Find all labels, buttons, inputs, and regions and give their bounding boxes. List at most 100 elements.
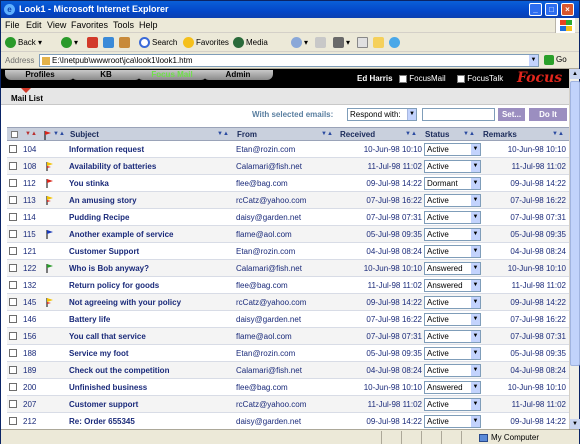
menu-favorites[interactable]: Favorites bbox=[71, 20, 108, 30]
row-subject-link[interactable]: Return policy for goods bbox=[69, 281, 159, 290]
history-button[interactable]: ▾ bbox=[291, 36, 308, 49]
row-checkbox[interactable] bbox=[9, 179, 17, 187]
row-subject-link[interactable]: Customer Support bbox=[69, 247, 139, 256]
sort-flag-arrows-icon[interactable]: ▼▲ bbox=[53, 131, 65, 137]
row-status-select[interactable]: Active ▼ bbox=[424, 296, 481, 309]
row-checkbox[interactable] bbox=[9, 298, 17, 306]
vertical-scrollbar[interactable]: ▲ ▼ bbox=[569, 69, 580, 429]
sort-status-arrows-icon[interactable]: ▼▲ bbox=[463, 131, 475, 137]
row-status-select[interactable]: Dormant ▼ bbox=[424, 177, 481, 190]
row-subject-link[interactable]: Another example of service bbox=[69, 230, 173, 239]
row-id[interactable]: 112 bbox=[23, 179, 36, 188]
scroll-up-icon[interactable]: ▲ bbox=[570, 69, 580, 79]
row-id[interactable]: 104 bbox=[23, 145, 36, 154]
column-remarks[interactable]: Remarks bbox=[483, 130, 517, 139]
row-subject-link[interactable]: Customer support bbox=[69, 400, 138, 409]
table-row[interactable]: 113 An amusing story rcCatz@yahoo.com 07-Ju… bbox=[7, 192, 569, 209]
row-subject-link[interactable]: Who is Bob anyway? bbox=[69, 264, 149, 273]
row-subject-link[interactable]: Battery life bbox=[69, 315, 110, 324]
print-button[interactable]: ▾ bbox=[333, 36, 350, 49]
menu-edit[interactable]: Edit bbox=[26, 20, 42, 30]
row-checkbox[interactable] bbox=[9, 247, 17, 255]
row-checkbox[interactable] bbox=[9, 196, 17, 204]
row-status-select[interactable]: Active ▼ bbox=[424, 245, 481, 258]
edit-button[interactable] bbox=[357, 36, 370, 49]
tab-focus-mail[interactable]: Focus Mail bbox=[137, 70, 207, 80]
row-status-select[interactable]: Active ▼ bbox=[424, 330, 481, 343]
row-subject-link[interactable]: Availability of batteries bbox=[69, 162, 156, 171]
stop-button[interactable] bbox=[87, 36, 100, 49]
row-id[interactable]: 156 bbox=[23, 332, 36, 341]
folder-button[interactable] bbox=[373, 36, 386, 49]
row-status-select[interactable]: Active ▼ bbox=[424, 143, 481, 156]
row-id[interactable]: 212 bbox=[23, 417, 36, 426]
row-checkbox[interactable] bbox=[9, 366, 17, 374]
row-id[interactable]: 207 bbox=[23, 400, 36, 409]
row-id[interactable]: 145 bbox=[23, 298, 36, 307]
table-row[interactable]: 207 Customer support rcCatz@yahoo.com 11-Ju… bbox=[7, 396, 569, 413]
table-row[interactable]: 108 Availability of batteries Calamari@fis… bbox=[7, 158, 569, 175]
row-status-select[interactable]: Active ▼ bbox=[424, 228, 481, 241]
row-checkbox[interactable] bbox=[9, 417, 17, 425]
row-checkbox[interactable] bbox=[9, 230, 17, 238]
table-row[interactable]: 145 Not agreeing with your policy rcCatz@y… bbox=[7, 294, 569, 311]
address-input[interactable]: E:\Inetpub\wwwroot\jca\look1\look1.htm bbox=[39, 54, 539, 67]
column-received[interactable]: Received bbox=[340, 130, 375, 139]
row-subject-link[interactable]: Unfinished business bbox=[69, 383, 147, 392]
back-button[interactable]: Back ▾ bbox=[5, 36, 42, 49]
sort-subject-arrows-icon[interactable]: ▼▲ bbox=[217, 131, 229, 137]
messenger-button[interactable] bbox=[389, 36, 402, 49]
maximize-button[interactable]: □ bbox=[545, 3, 558, 16]
address-dropdown-icon[interactable]: ▼ bbox=[529, 55, 538, 66]
sort-remarks-arrows-icon[interactable]: ▼▲ bbox=[552, 131, 564, 137]
scroll-down-icon[interactable]: ▼ bbox=[570, 419, 580, 429]
row-id[interactable]: 122 bbox=[23, 264, 36, 273]
row-id[interactable]: 115 bbox=[23, 230, 36, 239]
respond-text-input[interactable] bbox=[422, 108, 495, 121]
row-checkbox[interactable] bbox=[9, 315, 17, 323]
table-row[interactable]: 112 You stinka flee@bag.com 09-Jul-98 14:22… bbox=[7, 175, 569, 192]
row-id[interactable]: 108 bbox=[23, 162, 36, 171]
row-checkbox[interactable] bbox=[9, 400, 17, 408]
row-checkbox[interactable] bbox=[9, 162, 17, 170]
table-row[interactable]: 115 Another example of service flame@aol.c… bbox=[7, 226, 569, 243]
go-button[interactable]: Go bbox=[544, 55, 567, 65]
row-status-select[interactable]: Active ▼ bbox=[424, 364, 481, 377]
row-status-select[interactable]: Answered ▼ bbox=[424, 381, 481, 394]
table-row[interactable]: 189 Check out the competition Calamari@fis… bbox=[7, 362, 569, 379]
menu-help[interactable]: Help bbox=[139, 20, 158, 30]
row-id[interactable]: 113 bbox=[23, 196, 36, 205]
row-id[interactable]: 132 bbox=[23, 281, 36, 290]
row-checkbox[interactable] bbox=[9, 264, 17, 272]
row-status-select[interactable]: Active ▼ bbox=[424, 347, 481, 360]
tab-kb[interactable]: KB bbox=[71, 70, 141, 80]
row-id[interactable]: 188 bbox=[23, 349, 36, 358]
menu-file[interactable]: File bbox=[5, 20, 20, 30]
minimize-button[interactable]: _ bbox=[529, 3, 542, 16]
row-checkbox[interactable] bbox=[9, 281, 17, 289]
row-status-select[interactable]: Active ▼ bbox=[424, 211, 481, 224]
mail-button[interactable] bbox=[315, 36, 328, 49]
row-status-select[interactable]: Active ▼ bbox=[424, 415, 481, 428]
row-subject-link[interactable]: Information request bbox=[69, 145, 144, 154]
table-row[interactable]: 212 Re: Order 655345 daisy@garden.net 09-Ju… bbox=[7, 413, 569, 429]
table-row[interactable]: 132 Return policy for goods flee@bag.com 11… bbox=[7, 277, 569, 294]
table-row[interactable]: 156 You call that service flame@aol.com 07-… bbox=[7, 328, 569, 345]
row-subject-link[interactable]: Check out the competition bbox=[69, 366, 169, 375]
row-id[interactable]: 200 bbox=[23, 383, 36, 392]
column-from[interactable]: From bbox=[237, 130, 257, 139]
row-checkbox[interactable] bbox=[9, 349, 17, 357]
tab-admin[interactable]: Admin bbox=[203, 70, 273, 80]
focustalk-link[interactable]: FocusTalk bbox=[457, 74, 503, 83]
row-subject-link[interactable]: Re: Order 655345 bbox=[69, 417, 135, 426]
sort-received-arrows-icon[interactable]: ▼▲ bbox=[405, 131, 417, 137]
row-subject-link[interactable]: You call that service bbox=[69, 332, 146, 341]
row-id[interactable]: 146 bbox=[23, 315, 36, 324]
row-id[interactable]: 114 bbox=[23, 213, 36, 222]
refresh-button[interactable] bbox=[103, 36, 116, 49]
table-row[interactable]: 188 Service my foot Etan@rozin.com 05-Jul-9… bbox=[7, 345, 569, 362]
row-subject-link[interactable]: Service my foot bbox=[69, 349, 129, 358]
row-status-select[interactable]: Active ▼ bbox=[424, 398, 481, 411]
row-id[interactable]: 121 bbox=[23, 247, 36, 256]
search-button[interactable]: Search bbox=[139, 36, 177, 49]
